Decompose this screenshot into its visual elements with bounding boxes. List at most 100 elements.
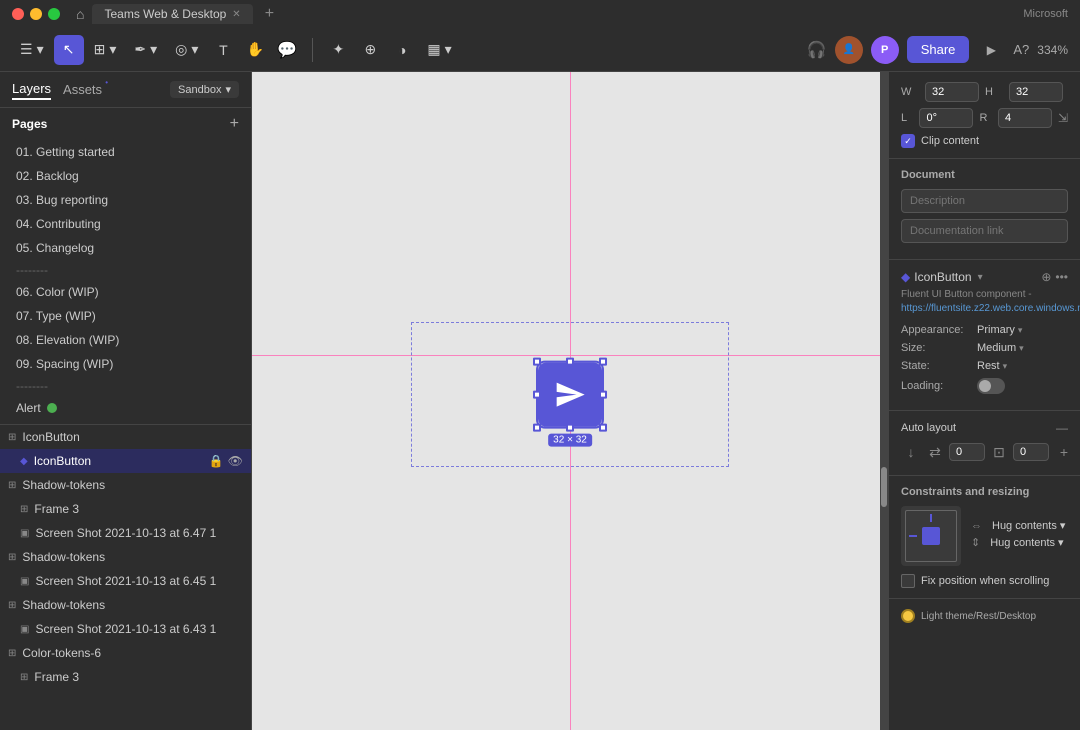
layer-screenshot1[interactable]: ▣ Screen Shot 2021-10-13 at 6.47 1	[0, 521, 251, 545]
text-tool-button[interactable]: T	[208, 35, 238, 65]
rotation-input[interactable]	[919, 108, 973, 128]
doc-link-input[interactable]	[901, 219, 1068, 243]
zoom-level[interactable]: 334%	[1037, 43, 1068, 57]
sandbox-chevron-icon: ▾	[225, 83, 231, 96]
handle-top-mid[interactable]	[566, 358, 574, 366]
frame-tool-button[interactable]: ⊞ ▾	[86, 35, 125, 65]
layer-name: Shadow-tokens	[22, 598, 243, 612]
layer-shadow-tokens-1[interactable]: ⊞ Shadow-tokens	[0, 473, 251, 497]
current-tab[interactable]: Teams Web & Desktop ✕	[92, 4, 252, 24]
layer-frame3-2[interactable]: ⊞ Frame 3	[0, 665, 251, 689]
height-input[interactable]	[1009, 82, 1063, 102]
tab-close-icon[interactable]: ✕	[232, 9, 240, 20]
page-item[interactable]: 05. Changelog	[0, 236, 251, 260]
present-button[interactable]: ▶	[977, 36, 1005, 64]
handle-bottom-right[interactable]	[599, 424, 607, 432]
pen-tool-button[interactable]: ✒ ▾	[126, 35, 165, 65]
page-item[interactable]: 02. Backlog	[0, 164, 251, 188]
scrollbar-thumb[interactable]	[881, 467, 887, 507]
handle-top-right[interactable]	[599, 358, 607, 366]
page-item[interactable]: 04. Contributing	[0, 212, 251, 236]
component-more-icon[interactable]: •••	[1055, 270, 1068, 284]
sandbox-button[interactable]: Sandbox ▾	[170, 81, 239, 98]
component-icon-button[interactable]: ✦	[323, 35, 353, 65]
handle-top-left[interactable]	[533, 358, 541, 366]
headphone-icon[interactable]: 🎧	[807, 40, 827, 60]
add-tab-button[interactable]: +	[265, 5, 274, 23]
state-value[interactable]: Rest ▾	[977, 360, 1007, 372]
close-dot[interactable]	[12, 8, 24, 20]
layout-wrap-icon[interactable]: ⇄	[925, 444, 945, 461]
v-constraint-select[interactable]: Hug contents ▾	[990, 536, 1063, 549]
layout-gap-input[interactable]	[949, 443, 985, 461]
layer-screenshot3[interactable]: ▣ Screen Shot 2021-10-13 at 6.43 1	[0, 617, 251, 641]
component-chevron-icon[interactable]: ▾	[978, 272, 983, 283]
select-tool-button[interactable]: ↖	[54, 35, 84, 65]
image-icon: ▣	[20, 528, 29, 539]
handle-right-mid[interactable]	[599, 391, 607, 399]
layer-shadow-tokens-2[interactable]: ⊞ Shadow-tokens	[0, 545, 251, 569]
h-constraint-select[interactable]: Hug contents ▾	[992, 519, 1065, 532]
fix-scroll-checkbox[interactable]	[901, 574, 915, 588]
mask-icon-button[interactable]: ⊕	[355, 35, 385, 65]
component-link-icon[interactable]: ⊕	[1041, 270, 1051, 284]
maximize-dot[interactable]	[48, 8, 60, 20]
comment-tool-button[interactable]: 💬	[272, 35, 302, 65]
auto-layout-minus[interactable]: —	[1056, 421, 1068, 435]
layer-color-tokens-6[interactable]: ⊞ Color-tokens-6	[0, 641, 251, 665]
page-item[interactable]: 01. Getting started	[0, 140, 251, 164]
page-item-alert[interactable]: Alert	[0, 396, 251, 420]
share-button[interactable]: Share	[907, 36, 970, 63]
layer-frame3-1[interactable]: ⊞ Frame 3	[0, 497, 251, 521]
canvas-element[interactable]: 32 × 32	[538, 363, 602, 427]
more-tools-button[interactable]: ▦ ▾	[419, 35, 459, 65]
theme-label: Light theme/Rest/Desktop	[921, 611, 1036, 622]
page-item[interactable]: 03. Bug reporting	[0, 188, 251, 212]
add-page-button[interactable]: +	[230, 116, 239, 132]
width-input[interactable]	[925, 82, 979, 102]
layout-padding-input[interactable]	[1013, 443, 1049, 461]
layer-screenshot2[interactable]: ▣ Screen Shot 2021-10-13 at 6.45 1	[0, 569, 251, 593]
assets-tab[interactable]: Assets	[63, 80, 102, 99]
theme-row: Light theme/Rest/Desktop	[889, 599, 1080, 633]
page-list: 01. Getting started 02. Backlog 03. Bug …	[0, 140, 251, 424]
loading-toggle[interactable]	[977, 378, 1005, 394]
user-initial[interactable]: P	[871, 36, 899, 64]
layer-iconbutton-group[interactable]: ⊞ IconButton	[0, 425, 251, 449]
contrast-icon-button[interactable]: ◑	[387, 35, 417, 65]
component-link[interactable]: https://fluentsite.z22.web.core.windows.…	[901, 303, 1080, 314]
handle-left-mid[interactable]	[533, 391, 541, 399]
accessibility-button[interactable]: A?	[1013, 42, 1029, 57]
layout-spacing-icon[interactable]: ⊡	[989, 444, 1009, 461]
size-value[interactable]: Medium ▾	[977, 342, 1024, 354]
description-input[interactable]	[901, 189, 1068, 213]
minimize-dot[interactable]	[30, 8, 42, 20]
move-tool-button[interactable]: ☰ ▾	[12, 35, 52, 65]
appearance-value[interactable]: Primary ▾	[977, 324, 1022, 336]
layer-lock-icon[interactable]: 🔒	[209, 454, 224, 468]
icon-button-element[interactable]: 32 × 32	[538, 363, 602, 427]
shape-tool-button[interactable]: ◎ ▾	[167, 35, 206, 65]
handle-bottom-left[interactable]	[533, 424, 541, 432]
layer-shadow-tokens-3[interactable]: ⊞ Shadow-tokens	[0, 593, 251, 617]
check-icon: ✓	[904, 136, 912, 147]
user-avatar[interactable]: 👤	[835, 36, 863, 64]
wh-row: W H	[901, 82, 1068, 102]
canvas[interactable]: 32 × 32	[252, 72, 888, 730]
page-item[interactable]: 08. Elevation (WIP)	[0, 328, 251, 352]
resize-icon[interactable]: ⇲	[1058, 111, 1068, 125]
layout-direction-icon[interactable]: ↓	[901, 444, 921, 460]
hand-tool-button[interactable]: ✋	[240, 35, 270, 65]
layer-eye-icon[interactable]: 👁	[228, 454, 243, 468]
page-item[interactable]: 07. Type (WIP)	[0, 304, 251, 328]
corner-input[interactable]	[998, 108, 1052, 128]
clip-checkbox[interactable]: ✓	[901, 134, 915, 148]
layer-iconbutton-component[interactable]: ◆ IconButton 🔒 👁	[0, 449, 251, 473]
layers-tab[interactable]: Layers	[12, 79, 51, 100]
canvas-scrollbar[interactable]	[880, 72, 888, 730]
home-icon[interactable]: ⌂	[76, 6, 84, 22]
page-item[interactable]: 09. Spacing (WIP)	[0, 352, 251, 376]
page-item[interactable]: 06. Color (WIP)	[0, 280, 251, 304]
handle-bottom-mid[interactable]	[566, 424, 574, 432]
auto-layout-add-button[interactable]: +	[1060, 444, 1068, 460]
